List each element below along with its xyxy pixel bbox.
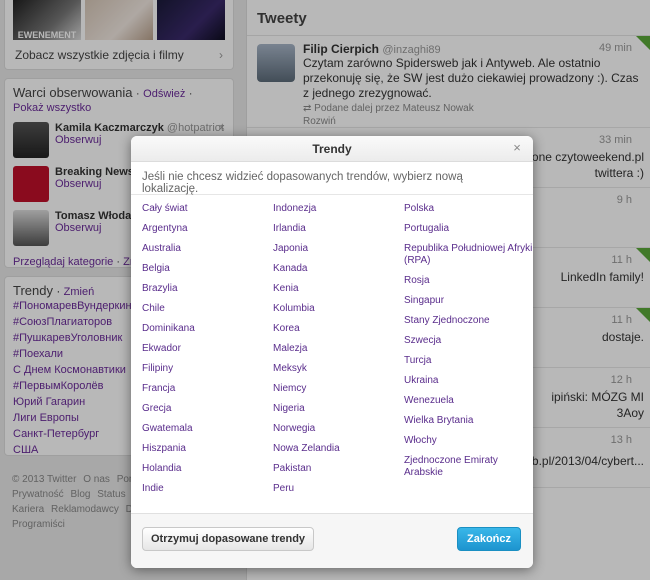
location-option[interactable]: Indie xyxy=(142,483,273,495)
location-option[interactable]: Nigeria xyxy=(273,403,404,415)
location-option[interactable]: Malezja xyxy=(273,343,404,355)
location-option[interactable]: Polska xyxy=(404,203,533,215)
trends-location-dialog: Trendy × Jeśli nie chcesz widzieć dopaso… xyxy=(131,136,533,568)
close-icon[interactable]: × xyxy=(509,140,525,156)
location-option[interactable]: Chile xyxy=(142,303,273,315)
location-option[interactable]: Zjednoczone Emiraty Arabskie xyxy=(404,455,533,479)
get-personalized-trends-button[interactable]: Otrzymuj dopasowane trendy xyxy=(142,527,315,551)
location-option[interactable]: Ukraina xyxy=(404,375,533,387)
location-option[interactable]: Dominikana xyxy=(142,323,273,335)
location-option[interactable]: Brazylia xyxy=(142,283,273,295)
dialog-header: Trendy × xyxy=(131,136,533,162)
location-option[interactable]: Portugalia xyxy=(404,223,533,235)
location-option[interactable]: Irlandia xyxy=(273,223,404,235)
dialog-description: Jeśli nie chcesz widzieć dopasowanych tr… xyxy=(131,162,533,195)
location-option[interactable]: Wenezuela xyxy=(404,395,533,407)
location-option[interactable]: Australia xyxy=(142,243,273,255)
location-option[interactable]: Grecja xyxy=(142,403,273,415)
location-option[interactable]: Belgia xyxy=(142,263,273,275)
location-option[interactable]: Nowa Zelandia xyxy=(273,443,404,455)
location-column: Polska Portugalia Republika Południowej … xyxy=(404,203,533,503)
location-option[interactable]: Japonia xyxy=(273,243,404,255)
location-option[interactable]: Gwatemala xyxy=(142,423,273,435)
location-option[interactable]: Niemcy xyxy=(273,383,404,395)
location-option[interactable]: Argentyna xyxy=(142,223,273,235)
location-option[interactable]: Hiszpania xyxy=(142,443,273,455)
location-option[interactable]: Singapur xyxy=(404,295,533,307)
location-column: Indonezja Irlandia Japonia Kanada Kenia … xyxy=(273,203,404,503)
location-option[interactable]: Włochy xyxy=(404,435,533,447)
location-option[interactable]: Wielka Brytania xyxy=(404,415,533,427)
location-option[interactable]: Republika Południowej Afryki (RPA) xyxy=(404,243,533,267)
location-option[interactable]: Meksyk xyxy=(273,363,404,375)
location-option[interactable]: Cały świat xyxy=(142,203,273,215)
location-option[interactable]: Kenia xyxy=(273,283,404,295)
location-option[interactable]: Kolumbia xyxy=(273,303,404,315)
done-button[interactable]: Zakończ xyxy=(456,527,521,551)
location-column: Cały świat Argentyna Australia Belgia Br… xyxy=(142,203,273,503)
location-list: Cały świat Argentyna Australia Belgia Br… xyxy=(131,195,533,503)
location-option[interactable]: Indonezja xyxy=(273,203,404,215)
location-option[interactable]: Francja xyxy=(142,383,273,395)
location-option[interactable]: Ekwador xyxy=(142,343,273,355)
location-option[interactable]: Turcja xyxy=(404,355,533,367)
location-option[interactable]: Filipiny xyxy=(142,363,273,375)
location-option[interactable]: Szwecja xyxy=(404,335,533,347)
dialog-title: Trendy xyxy=(312,142,352,156)
dialog-footer: Otrzymuj dopasowane trendy Zakończ xyxy=(131,513,533,568)
location-option[interactable]: Korea xyxy=(273,323,404,335)
location-option[interactable]: Rosja xyxy=(404,275,533,287)
location-option[interactable]: Holandia xyxy=(142,463,273,475)
location-option[interactable]: Pakistan xyxy=(273,463,404,475)
location-option[interactable]: Peru xyxy=(273,483,404,495)
location-option[interactable]: Norwegia xyxy=(273,423,404,435)
location-option[interactable]: Stany Zjednoczone xyxy=(404,315,533,327)
location-option[interactable]: Kanada xyxy=(273,263,404,275)
